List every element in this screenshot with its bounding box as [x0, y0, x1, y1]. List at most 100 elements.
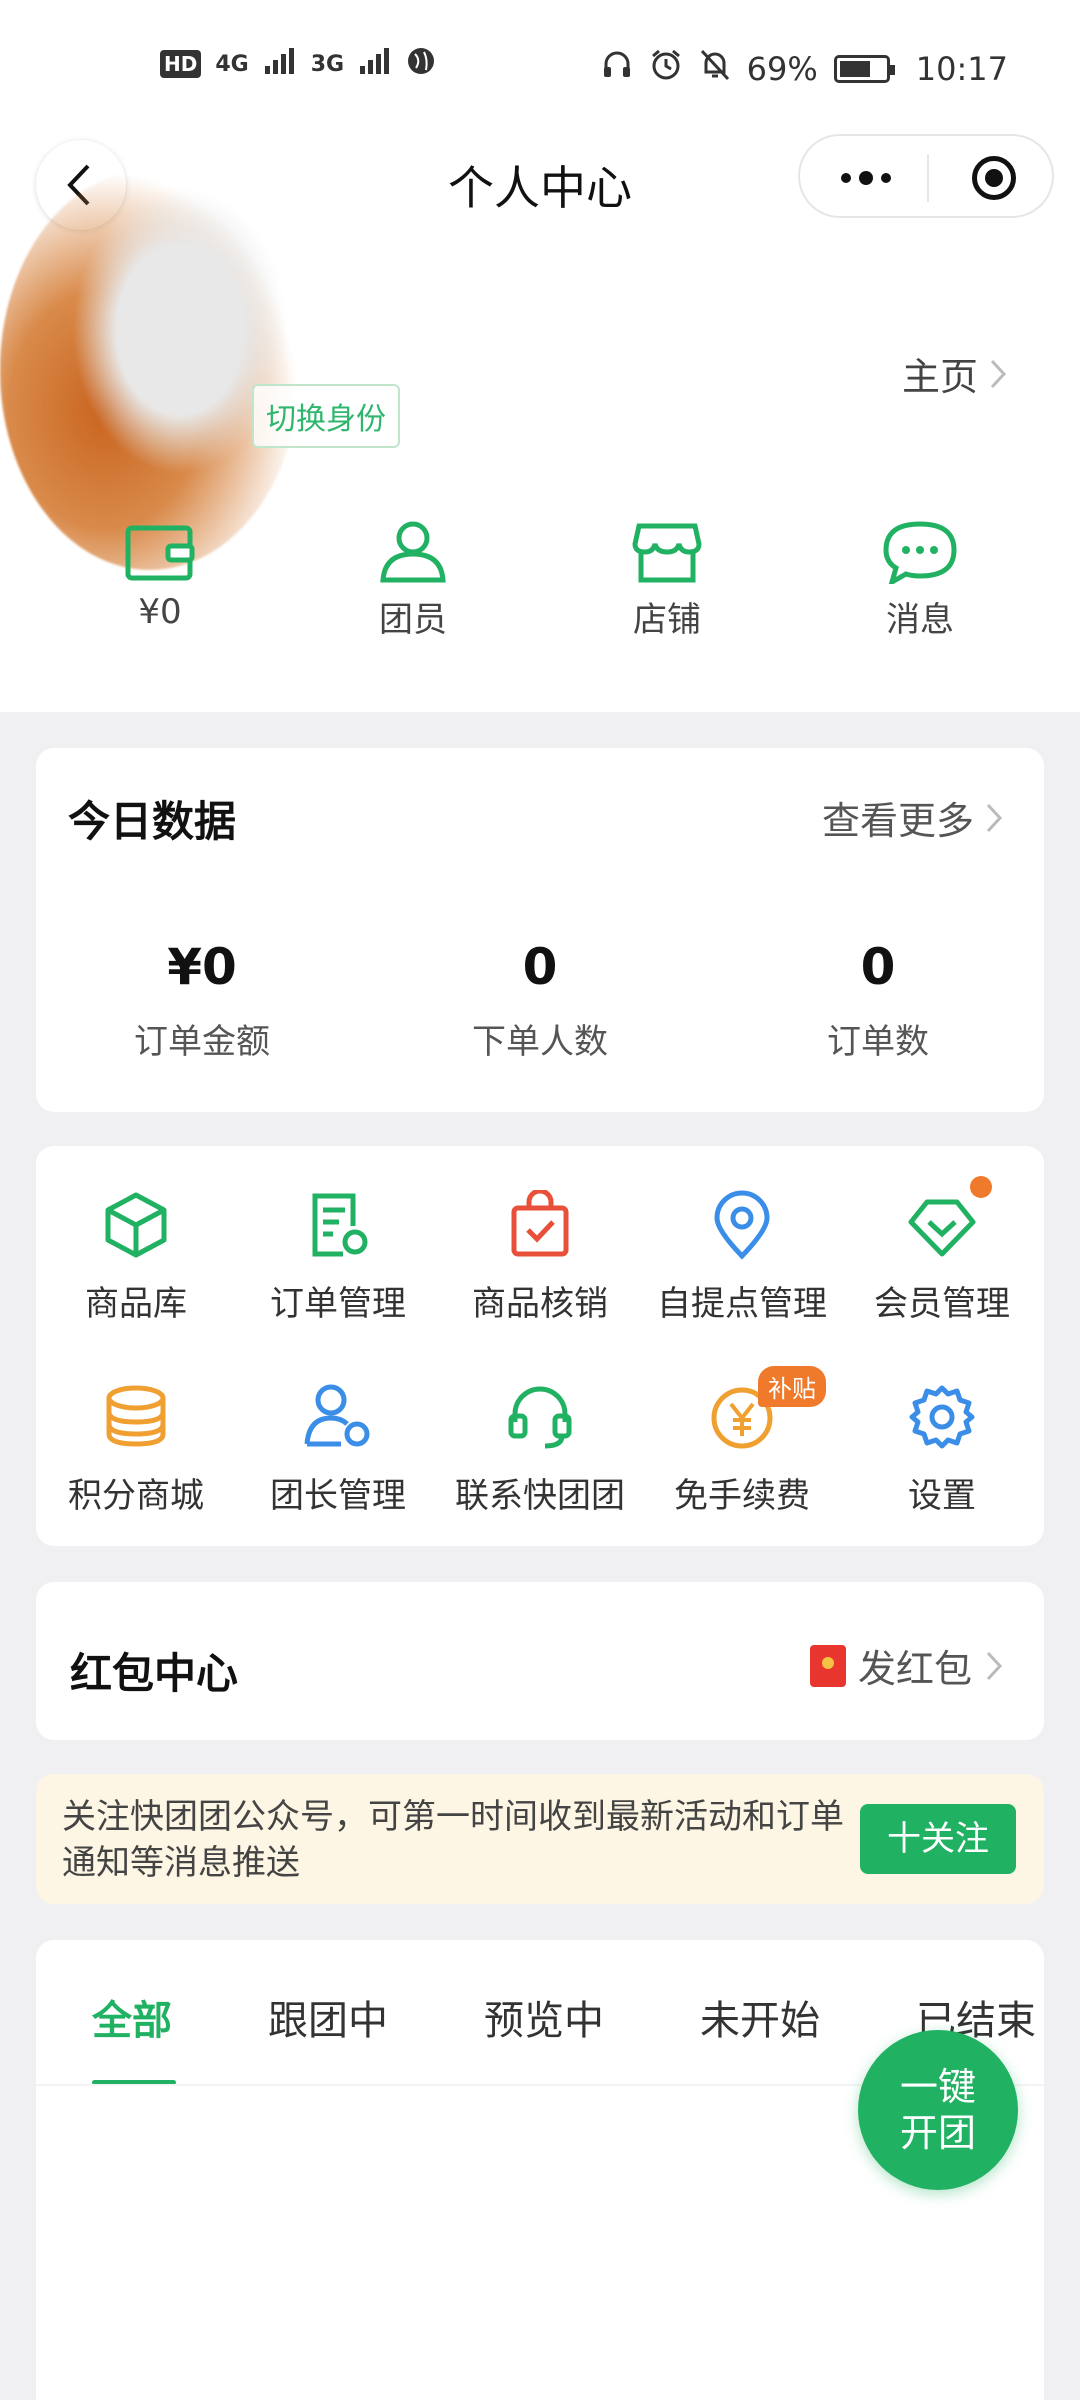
order-icon [312, 1193, 368, 1257]
stat-label: 下单人数 [472, 1022, 608, 1062]
hd-badge: HD [160, 50, 202, 78]
cube-icon [105, 1192, 167, 1258]
quick-wallet[interactable]: ¥0 [60, 520, 260, 632]
tool-points-mall[interactable]: 积分商城 [36, 1382, 236, 1517]
stat-value: 0 [522, 938, 558, 996]
shop-icon [632, 523, 702, 583]
battery-icon [833, 55, 895, 83]
signal-bars-icon [263, 48, 297, 80]
tool-label: 自提点管理 [657, 1284, 827, 1324]
fab-line1: 一键 [899, 2065, 976, 2109]
stat-value: ¥0 [167, 938, 237, 996]
tool-label: 联系快团团 [455, 1476, 625, 1516]
headphone-icon [601, 49, 633, 89]
tool-label: 积分商城 [68, 1476, 204, 1516]
tool-label: 商品核销 [472, 1284, 608, 1324]
stat-value: 0 [860, 938, 896, 996]
headset-icon [508, 1386, 572, 1449]
signal-3g: 3G [310, 51, 345, 77]
network-indicators: HD 4G 3G [160, 46, 436, 82]
notification-dot [970, 1176, 992, 1198]
quick-shop-label: 店铺 [633, 600, 701, 640]
alarm-icon [649, 48, 683, 90]
capsule-divider [927, 154, 929, 202]
leader-icon [304, 1384, 370, 1447]
avatar[interactable] [0, 170, 300, 570]
signal-4g: 4G [215, 51, 249, 77]
message-icon [883, 521, 957, 584]
red-packet-title: 红包中心 [70, 1649, 239, 1698]
globe-icon [406, 46, 436, 82]
today-data-title: 今日数据 [68, 797, 237, 846]
tool-verify[interactable]: 商品核销 [440, 1190, 640, 1325]
tab-preview[interactable]: 预览中 [484, 1988, 604, 2046]
today-data-card: 今日数据 查看更多 ¥0 订单金额 0 下单人数 0 订单数 [36, 748, 1044, 1112]
follow-button[interactable]: 十关注 [860, 1804, 1016, 1874]
tools-card: 商品库 订单管理 商品核销 自提点管理 会员管理 积分商城 团长管理 联系快团团… [36, 1146, 1044, 1546]
tool-label: 免手续费 [674, 1476, 810, 1516]
bag-check-icon [511, 1190, 569, 1257]
battery-fill [839, 61, 870, 77]
tab-all[interactable]: 全部 [92, 1988, 172, 2046]
diamond-icon [908, 1199, 976, 1257]
quick-messages-label: 消息 [886, 600, 954, 640]
view-more-link[interactable]: 查看更多 [822, 790, 1004, 845]
fab-line2: 开团 [899, 2111, 976, 2155]
view-more-label: 查看更多 [821, 799, 974, 843]
quick-wallet-label: ¥0 [138, 592, 182, 632]
battery-percent: 69% [746, 50, 818, 88]
profile-header: HD 4G 3G 69% 10:17 个人中心 切换身份 主页 ¥0 团员 店铺… [0, 0, 1080, 712]
mute-bell-icon [699, 48, 731, 90]
status-bar: HD 4G 3G 69% 10:17 [0, 40, 1080, 100]
tool-label: 团长管理 [270, 1476, 406, 1516]
coins-icon [106, 1385, 166, 1447]
notice-text: 关注快团团公众号，可第一时间收到最新活动和订单通知等消息推送 [62, 1797, 844, 1883]
send-red-packet-label: 发红包 [857, 1647, 972, 1691]
chevron-right-icon [986, 803, 1003, 832]
tool-leader-management[interactable]: 团长管理 [238, 1382, 438, 1517]
home-link-label: 主页 [901, 355, 978, 399]
tool-member-management[interactable]: 会员管理 [842, 1190, 1042, 1325]
tool-settings[interactable]: 设置 [842, 1382, 1042, 1517]
tool-label: 订单管理 [270, 1284, 406, 1324]
wallet-icon [125, 525, 195, 581]
signal-bars-icon [358, 48, 392, 80]
mini-program-capsule [798, 134, 1054, 218]
gear-icon [909, 1385, 975, 1449]
status-right: 69% 10:17 [601, 48, 1008, 90]
quick-members[interactable]: 团员 [313, 520, 513, 641]
chevron-right-icon [990, 359, 1007, 388]
stat-label: 订单数 [827, 1022, 929, 1062]
quick-members-label: 团员 [379, 600, 447, 640]
tool-contact-support[interactable]: 联系快团团 [440, 1382, 640, 1517]
quick-shop[interactable]: 店铺 [567, 520, 767, 641]
follow-notice: 关注快团团公众号，可第一时间收到最新活动和订单通知等消息推送 十关注 [36, 1774, 1044, 1904]
clock: 10:17 [915, 50, 1008, 88]
stat-label: 订单金额 [134, 1022, 270, 1062]
red-packet-icon [809, 1644, 846, 1687]
switch-identity-button[interactable]: 切换身份 [252, 384, 400, 448]
tool-order-management[interactable]: 订单管理 [238, 1190, 438, 1325]
tool-label: 商品库 [85, 1284, 187, 1324]
red-packet-card[interactable]: 红包中心 发红包 [36, 1582, 1044, 1740]
tool-label: 会员管理 [874, 1284, 1010, 1324]
tool-label: 设置 [908, 1476, 976, 1516]
tab-ongoing[interactable]: 跟团中 [268, 1988, 388, 2046]
subsidy-badge: 补贴 [758, 1366, 826, 1407]
stat-order-amount: ¥0 订单金额 [52, 938, 352, 1063]
close-target-icon[interactable] [972, 156, 1016, 200]
location-icon [714, 1190, 770, 1260]
tool-product-library[interactable]: 商品库 [36, 1190, 236, 1325]
home-link[interactable]: 主页 [902, 346, 1008, 401]
start-group-button[interactable]: 一键 开团 [858, 2030, 1018, 2190]
tab-not-started[interactable]: 未开始 [700, 1988, 820, 2046]
send-red-packet-link[interactable]: 发红包 [809, 1638, 1004, 1693]
stat-orders: 0 订单数 [728, 938, 1028, 1063]
quick-messages[interactable]: 消息 [820, 520, 1020, 641]
quick-actions: ¥0 团员 店铺 消息 [0, 520, 1080, 660]
stat-buyers: 0 下单人数 [390, 938, 690, 1063]
member-icon [380, 521, 446, 583]
more-icon[interactable] [838, 164, 894, 192]
chevron-right-icon [986, 1651, 1003, 1680]
tool-pickup-points[interactable]: 自提点管理 [642, 1190, 842, 1325]
